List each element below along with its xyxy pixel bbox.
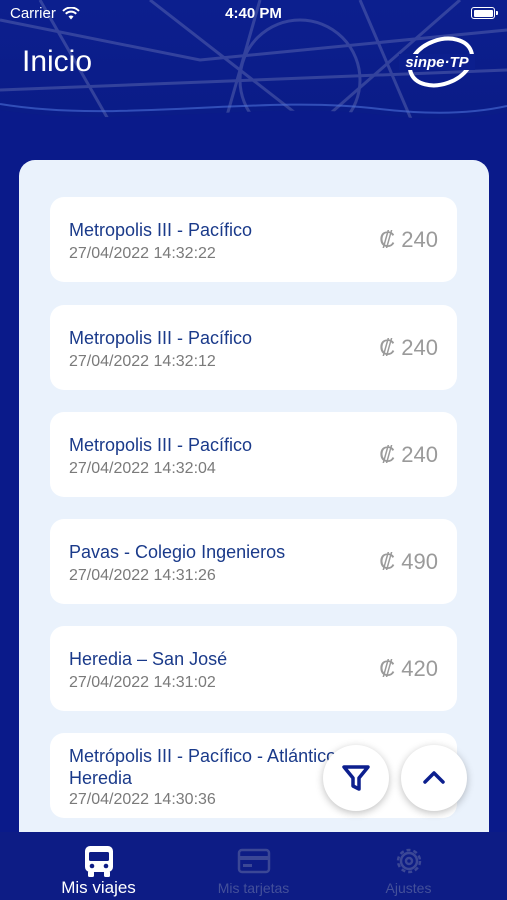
header-wave: [0, 103, 507, 140]
trip-price: ₡ 420: [379, 656, 438, 681]
trip-datetime: 27/04/2022 14:30:36: [69, 791, 216, 808]
trip-item[interactable]: Metropolis III - Pacífico 27/04/2022 14:…: [50, 305, 457, 390]
chevron-up-icon: [423, 771, 445, 784]
filter-button[interactable]: [323, 745, 389, 811]
logo-text: sinpe·TP: [405, 54, 469, 71]
trip-price: ₡ 490: [379, 549, 438, 574]
card-icon: [237, 848, 270, 874]
trip-item[interactable]: Metropolis III - Pacífico 27/04/2022 14:…: [50, 197, 457, 282]
tab-label: Ajustes: [385, 880, 432, 896]
scroll-top-button[interactable]: [401, 745, 467, 811]
trip-datetime: 27/04/2022 14:32:04: [69, 460, 216, 477]
trip-route: Metropolis III - Pacífico: [69, 328, 253, 348]
trip-datetime: 27/04/2022 14:31:02: [69, 674, 216, 691]
page-title: Inicio: [22, 45, 93, 78]
trip-route: Heredia – San José: [69, 649, 228, 669]
battery-icon: [471, 7, 498, 19]
trip-item[interactable]: Metropolis III - Pacífico 27/04/2022 14:…: [50, 412, 457, 497]
tab-label: Mis viajes: [61, 878, 136, 897]
tab-mis-tarjetas[interactable]: Mis tarjetas: [169, 832, 338, 900]
tab-label: Mis tarjetas: [217, 880, 290, 896]
trip-item[interactable]: Pavas - Colegio Ingenieros 27/04/2022 14…: [50, 519, 457, 604]
sinpe-tp-logo: sinpe·TP: [399, 36, 475, 88]
bus-icon: [84, 846, 113, 877]
trip-route: Pavas - Colegio Ingenieros: [69, 542, 286, 562]
trip-datetime: 27/04/2022 14:31:26: [69, 567, 216, 584]
status-bar: Carrier 4:40 PM: [0, 0, 507, 28]
trip-price: ₡ 240: [379, 227, 438, 252]
trip-price: ₡ 240: [379, 335, 438, 360]
trips-card: Metropolis III - Pacífico 27/04/2022 14:…: [19, 160, 489, 850]
tab-bar: Mis viajes Mis tarjetas Ajustes: [0, 832, 507, 900]
trip-route: Metropolis III - Pacífico: [69, 220, 253, 240]
tab-mis-viajes[interactable]: Mis viajes: [14, 832, 183, 900]
filter-icon: [342, 765, 370, 791]
trip-price: ₡ 240: [379, 442, 438, 467]
trip-datetime: 27/04/2022 14:32:12: [69, 353, 216, 370]
trip-route: Metropolis III - Pacífico: [69, 435, 253, 455]
trip-item[interactable]: Metrópolis III - Pacífico - Atlántico - …: [50, 733, 457, 818]
tab-ajustes[interactable]: Ajustes: [324, 832, 493, 900]
trip-datetime: 27/04/2022 14:32:22: [69, 245, 216, 262]
gear-icon: [396, 848, 421, 874]
trip-item[interactable]: Heredia – San José 27/04/2022 14:31:02 ₡…: [50, 626, 457, 711]
status-time: 4:40 PM: [225, 5, 282, 22]
